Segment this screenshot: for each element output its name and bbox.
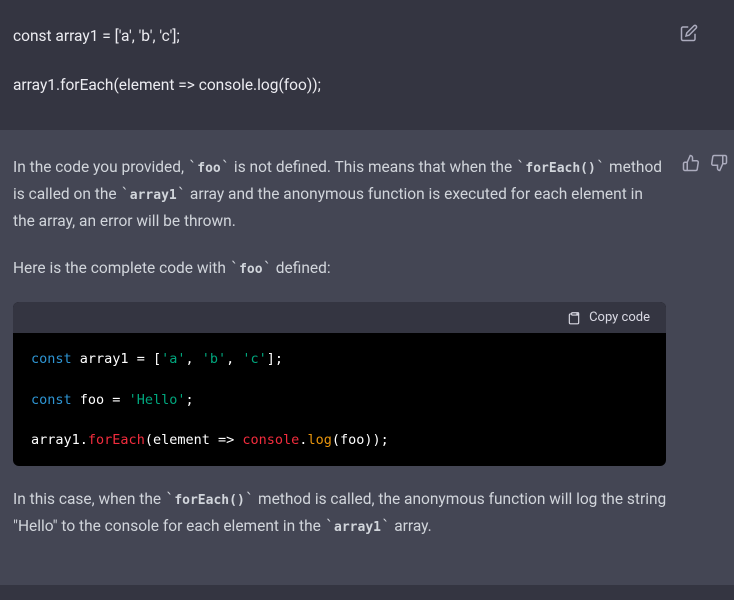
- feedback-controls: [682, 154, 728, 172]
- text: array.: [390, 517, 431, 535]
- text: In this case, when the: [13, 490, 165, 508]
- token-param: element: [153, 432, 210, 448]
- code-block-header: Copy code: [13, 302, 666, 333]
- backtick: `: [188, 158, 197, 176]
- token-op: =: [129, 351, 153, 367]
- backtick: `: [177, 185, 186, 203]
- code-block: Copy code const array1 = ['a', 'b', 'c']…: [13, 302, 666, 466]
- code-line: const array1 = ['a', 'b', 'c'];: [31, 349, 648, 369]
- token-punct: (: [332, 432, 340, 448]
- token-op: =>: [210, 432, 243, 448]
- user-message: const array1 = ['a', 'b', 'c']; array1.f…: [0, 0, 734, 130]
- paragraph: In this case, when the `forEach()` metho…: [13, 486, 668, 540]
- thumbs-down-icon[interactable]: [710, 154, 728, 172]
- paragraph: In the code you provided, `foo` is not d…: [13, 154, 668, 235]
- edit-icon[interactable]: [680, 24, 698, 42]
- token-keyword: const: [31, 392, 72, 408]
- token-punct: ));: [364, 432, 388, 448]
- code-line: array1.forEach(element => console.log(fo…: [31, 430, 648, 450]
- backtick: `: [165, 490, 174, 508]
- token-punct: ,: [185, 351, 201, 367]
- code-line: [31, 369, 648, 389]
- backtick: `: [325, 517, 334, 535]
- text: Here is the complete code with: [13, 259, 230, 277]
- code-line: const foo = 'Hello';: [31, 390, 648, 410]
- token-keyword: const: [31, 351, 72, 367]
- token-string: 'c': [242, 351, 266, 367]
- token-string: 'Hello': [129, 392, 186, 408]
- text: In the code you provided,: [13, 158, 188, 176]
- code-line: const array1 = ['a', 'b', 'c'];: [13, 24, 721, 49]
- inline-code-foreach: forEach(): [174, 493, 244, 508]
- backtick: `: [230, 259, 239, 277]
- paragraph: Here is the complete code with `foo` def…: [13, 255, 668, 282]
- token-punct: ,: [226, 351, 242, 367]
- token-string: 'b': [202, 351, 226, 367]
- token-string: 'a': [161, 351, 185, 367]
- backtick: `: [221, 158, 230, 176]
- backtick: `: [381, 517, 390, 535]
- token-log: log: [307, 432, 331, 448]
- token-method: forEach: [88, 432, 145, 448]
- inline-code-array1: array1: [334, 520, 381, 535]
- token-punct: ;: [185, 392, 193, 408]
- inline-code-foo: foo: [197, 161, 220, 176]
- response-body: In the code you provided, `foo` is not d…: [13, 154, 668, 541]
- backtick: `: [120, 185, 129, 203]
- backtick: `: [516, 158, 525, 176]
- copy-code-button[interactable]: Copy code: [567, 310, 650, 325]
- backtick: `: [245, 490, 254, 508]
- inline-code-array1: array1: [130, 188, 177, 203]
- backtick: `: [596, 158, 605, 176]
- token-var: array1: [80, 351, 129, 367]
- inline-code-foreach: forEach(): [525, 161, 595, 176]
- token-var: array1: [31, 432, 80, 448]
- token-punct: [: [153, 351, 161, 367]
- inline-code-foo: foo: [239, 262, 262, 277]
- text: is not defined. This means that when the: [230, 158, 516, 176]
- code-line: [31, 410, 648, 430]
- token-punct: .: [80, 432, 88, 448]
- copy-label: Copy code: [589, 310, 650, 325]
- code-content: const array1 = ['a', 'b', 'c']; const fo…: [13, 333, 666, 466]
- token-op: =: [104, 392, 128, 408]
- token-punct: ];: [267, 351, 283, 367]
- user-code-block: const array1 = ['a', 'b', 'c']; array1.f…: [13, 24, 721, 98]
- token-console: console: [242, 432, 299, 448]
- token-punct: (: [145, 432, 153, 448]
- code-line: array1.forEach(element => console.log(fo…: [13, 73, 721, 98]
- text: defined:: [272, 259, 331, 277]
- token-var: foo: [340, 432, 364, 448]
- assistant-message: In the code you provided, `foo` is not d…: [0, 130, 734, 585]
- thumbs-up-icon[interactable]: [682, 154, 700, 172]
- backtick: `: [263, 259, 272, 277]
- clipboard-icon: [567, 311, 581, 325]
- token-var: foo: [80, 392, 104, 408]
